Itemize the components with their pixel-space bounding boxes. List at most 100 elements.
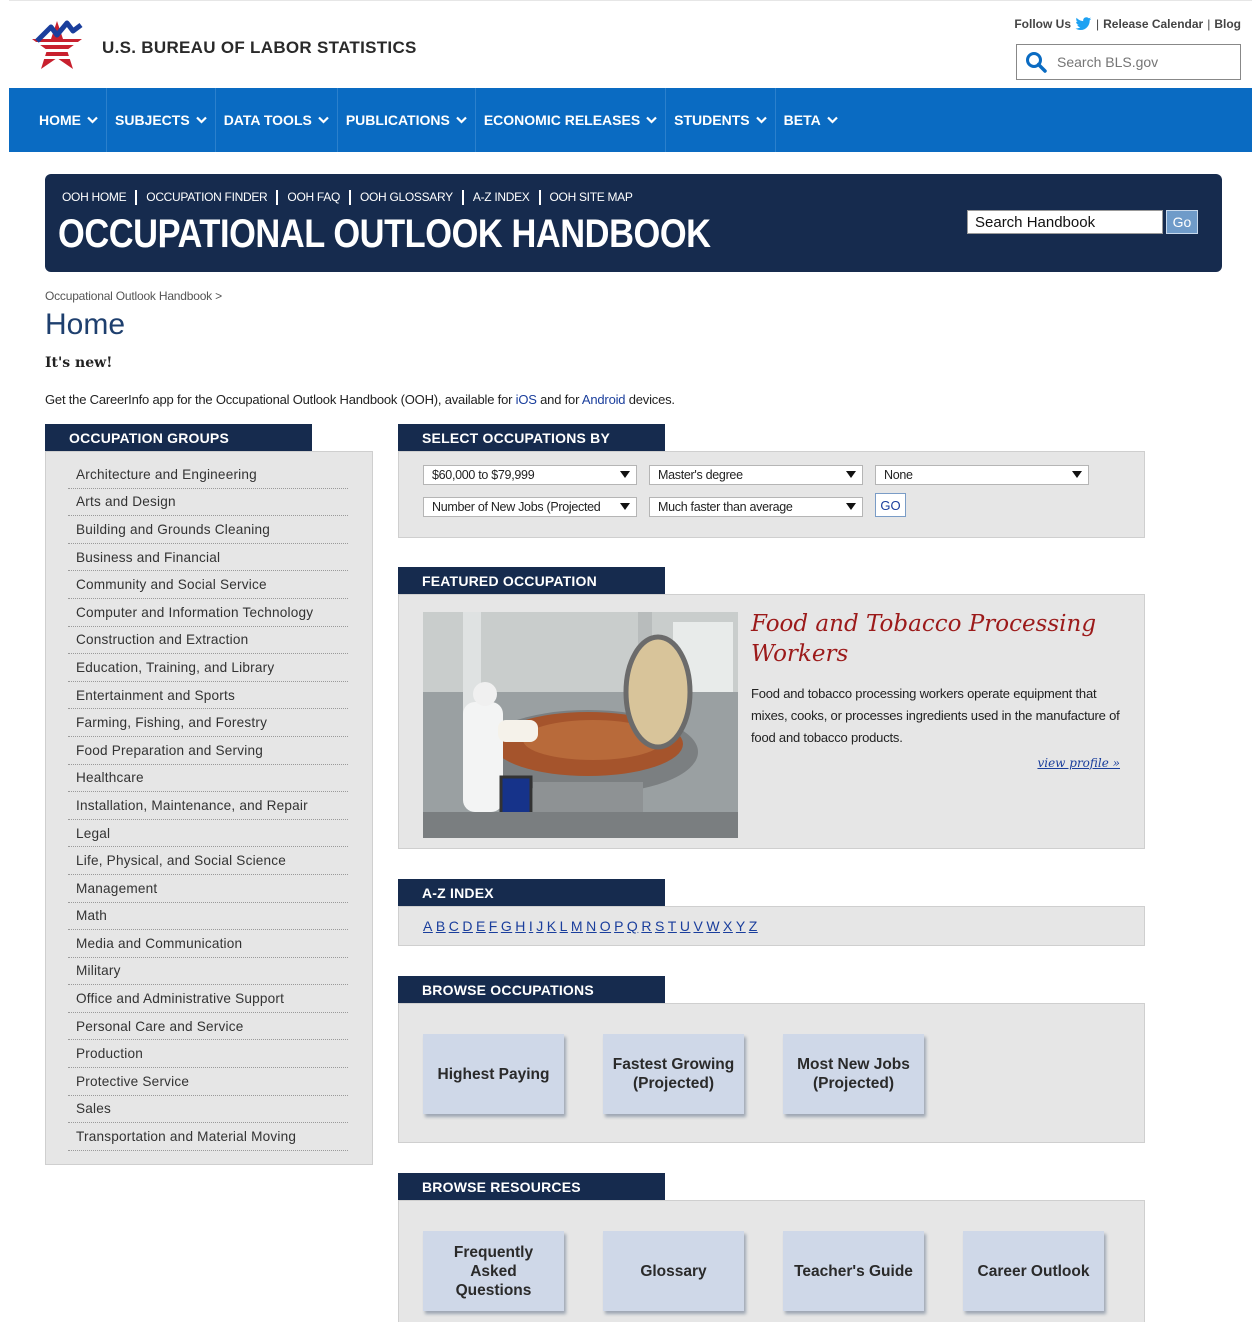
ooh-title[interactable]: OCCUPATIONAL OUTLOOK HANDBOOK (58, 212, 711, 257)
glossary-tile[interactable]: Glossary (603, 1231, 744, 1311)
agency-name[interactable]: U.S. BUREAU OF LABOR STATISTICS (102, 38, 417, 58)
az-letter-link[interactable]: G (501, 918, 512, 934)
occupation-group-item[interactable]: Education, Training, and Library (68, 654, 348, 682)
most-new-jobs-tile[interactable]: Most New Jobs (Projected) (783, 1034, 924, 1114)
az-letter-link[interactable]: X (723, 918, 733, 934)
occupation-group-item[interactable]: Transportation and Material Moving (68, 1123, 348, 1151)
occupation-group-item[interactable]: Protective Service (68, 1068, 348, 1096)
az-letter-link[interactable]: U (680, 918, 691, 934)
occupation-group-item[interactable]: Office and Administrative Support (68, 985, 348, 1013)
breadcrumb[interactable]: Occupational Outlook Handbook > (45, 289, 222, 303)
az-letter-link[interactable]: W (706, 918, 720, 934)
nav-economic-releases[interactable]: ECONOMIC RELEASES (476, 88, 667, 152)
az-letter-link[interactable]: D (462, 918, 473, 934)
pay-select[interactable]: $60,000 to $79,999 (423, 465, 637, 485)
education-select[interactable]: Master's degree (649, 465, 863, 485)
nav-subjects[interactable]: SUBJECTS (107, 88, 216, 152)
ios-link[interactable]: iOS (516, 392, 537, 407)
handbook-search-go-button[interactable]: Go (1166, 210, 1198, 234)
release-calendar-link[interactable]: Release Calendar (1103, 17, 1203, 31)
az-letter-link[interactable]: Z (749, 918, 758, 934)
occupation-group-item[interactable]: Construction and Extraction (68, 627, 348, 655)
twitter-bird-icon[interactable] (1075, 17, 1092, 31)
select-go-button[interactable]: GO (875, 493, 906, 517)
sort-select[interactable]: Number of New Jobs (Projected (423, 497, 637, 517)
occupation-group-item[interactable]: Personal Care and Service (68, 1013, 348, 1041)
nav-data-tools[interactable]: DATA TOOLS (216, 88, 338, 152)
occupation-finder-link[interactable]: OCCUPATION FINDER (135, 190, 276, 205)
az-letter-link[interactable]: F (489, 918, 498, 934)
featured-occupation-title[interactable]: Food and Tobacco Processing Workers (751, 609, 1111, 669)
browse-occupations-heading: BROWSE OCCUPATIONS (398, 976, 665, 1003)
az-letter-link[interactable]: Y (736, 918, 746, 934)
site-search-input[interactable] (1055, 53, 1225, 71)
occupation-group-item[interactable]: Legal (68, 820, 348, 848)
occupation-group-item[interactable]: Healthcare (68, 765, 348, 793)
featured-occupation-heading: FEATURED OCCUPATION (398, 567, 665, 594)
az-letter-link[interactable]: O (600, 918, 611, 934)
az-letter-link[interactable]: J (536, 918, 544, 934)
blog-link[interactable]: Blog (1214, 17, 1241, 31)
az-letter-link[interactable]: E (476, 918, 486, 934)
az-letter-link[interactable]: A (423, 918, 433, 934)
occupation-group-item[interactable]: Arts and Design (68, 489, 348, 517)
az-letter-link[interactable]: B (436, 918, 446, 934)
occupation-group-item[interactable]: Farming, Fishing, and Forestry (68, 709, 348, 737)
occupation-group-item[interactable]: Computer and Information Technology (68, 599, 348, 627)
growth-select[interactable]: Much faster than average (649, 497, 863, 517)
occupation-group-item[interactable]: Life, Physical, and Social Science (68, 847, 348, 875)
view-profile-link[interactable]: view profile » (1037, 756, 1120, 770)
az-index-link[interactable]: A-Z INDEX (461, 190, 539, 205)
az-letter-link[interactable]: P (614, 918, 624, 934)
ooh-home-link[interactable]: OOH HOME (62, 190, 135, 205)
occupation-group-item[interactable]: Sales (68, 1096, 348, 1124)
teachers-guide-tile[interactable]: Teacher's Guide (783, 1231, 924, 1311)
occupation-group-item[interactable]: Community and Social Service (68, 571, 348, 599)
az-letter-link[interactable]: I (529, 918, 533, 934)
separator: | (1096, 17, 1100, 31)
search-icon[interactable] (1025, 51, 1047, 73)
nav-publications[interactable]: PUBLICATIONS (338, 88, 476, 152)
site-search-box[interactable] (1016, 44, 1241, 80)
az-letter-link[interactable]: S (655, 918, 665, 934)
occupation-group-item[interactable]: Food Preparation and Serving (68, 737, 348, 765)
featured-occupation-panel: Food and Tobacco Processing Workers Food… (398, 594, 1145, 849)
occupation-group-item[interactable]: Media and Communication (68, 930, 348, 958)
faq-tile[interactable]: Frequently Asked Questions (423, 1231, 564, 1311)
occupation-group-item[interactable]: Business and Financial (68, 544, 348, 572)
occupation-group-item[interactable]: Production (68, 1040, 348, 1069)
career-outlook-tile[interactable]: Career Outlook (963, 1231, 1104, 1311)
az-letter-link[interactable]: Q (627, 918, 638, 934)
nav-students[interactable]: STUDENTS (666, 88, 776, 152)
food-processing-worker-photo[interactable] (423, 612, 738, 838)
az-letter-link[interactable]: H (515, 918, 526, 934)
ooh-glossary-link[interactable]: OOH GLOSSARY (348, 190, 462, 205)
highest-paying-tile[interactable]: Highest Paying (423, 1034, 564, 1114)
intro-text: Get the CareerInfo app for the Occupatio… (45, 392, 675, 407)
bls-star-logo-icon[interactable] (29, 17, 85, 81)
occupation-group-item[interactable]: Building and Grounds Cleaning (68, 516, 348, 544)
occupation-group-item[interactable]: Installation, Maintenance, and Repair (68, 792, 348, 820)
nav-beta[interactable]: BETA (776, 88, 846, 152)
handbook-search-input[interactable] (967, 210, 1163, 234)
fastest-growing-tile[interactable]: Fastest Growing (Projected) (603, 1034, 744, 1114)
az-letter-link[interactable]: R (641, 918, 652, 934)
occupation-group-item[interactable]: Entertainment and Sports (68, 682, 348, 710)
occupation-group-item[interactable]: Math (68, 903, 348, 931)
android-link[interactable]: Android (582, 392, 626, 407)
az-letter-link[interactable]: K (547, 918, 557, 934)
az-letter-link[interactable]: L (560, 918, 568, 934)
follow-us-link[interactable]: Follow Us (1014, 17, 1071, 31)
occupation-group-item[interactable]: Military (68, 958, 348, 986)
az-letter-link[interactable]: M (571, 918, 583, 934)
ooh-site-map-link[interactable]: OOH SITE MAP (538, 190, 642, 205)
az-letter-link[interactable]: V (693, 918, 703, 934)
occupation-group-item[interactable]: Management (68, 875, 348, 903)
az-letter-link[interactable]: C (449, 918, 460, 934)
occupation-group-item[interactable]: Architecture and Engineering (68, 461, 348, 489)
ooh-faq-link[interactable]: OOH FAQ (276, 190, 349, 205)
training-select[interactable]: None (875, 465, 1089, 485)
az-letter-link[interactable]: T (668, 918, 677, 934)
nav-home[interactable]: HOME (31, 88, 107, 152)
az-letter-link[interactable]: N (586, 918, 597, 934)
